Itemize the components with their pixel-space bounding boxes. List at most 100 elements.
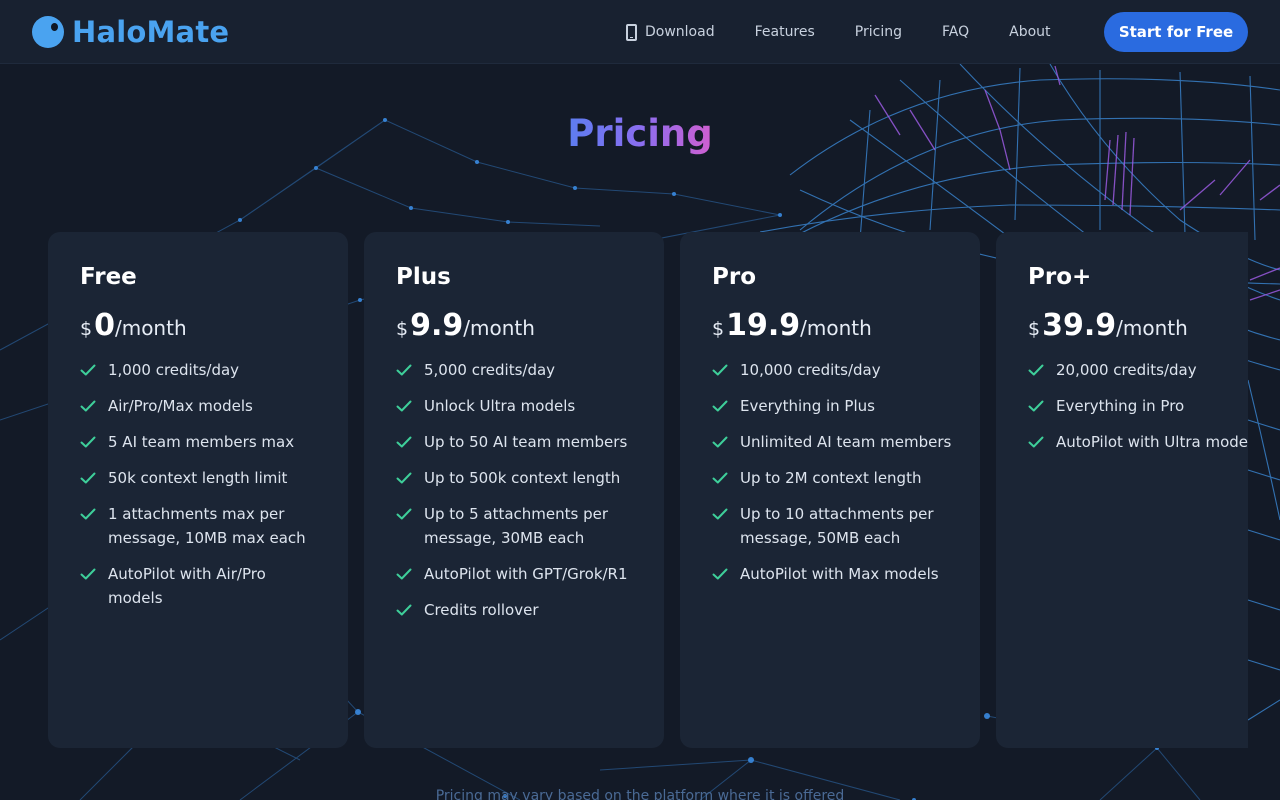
feature-item: 5 AI team members max	[80, 430, 324, 454]
nav-faq[interactable]: FAQ	[942, 24, 969, 40]
check-icon	[396, 430, 416, 454]
check-icon	[396, 562, 416, 586]
feature-item: Unlock Ultra models	[396, 394, 640, 418]
phone-icon	[626, 23, 637, 41]
feature-text: Unlimited AI team members	[740, 433, 952, 451]
plan-card-pro-plus: Pro+ $39.9/month 20,000 credits/day Every…	[996, 232, 1248, 748]
plan-card-plus: Plus $9.9/month 5,000 credits/day Unlock …	[364, 232, 664, 748]
feature-text: Up to 5 attachments per message, 30MB ea…	[424, 505, 609, 547]
price-period: /month	[1116, 316, 1188, 340]
price-amount: 39.9	[1042, 308, 1117, 343]
page-title-text: Pricing	[567, 112, 713, 155]
price-amount: 9.9	[410, 308, 464, 343]
feature-text: AutoPilot with Max models	[740, 565, 939, 583]
brand-logo[interactable]: HaloMate	[32, 14, 229, 50]
pricing-footnote: Pricing may vary based on the platform w…	[435, 788, 845, 800]
feature-item: Credits rollover	[396, 598, 640, 622]
feature-item: Unlimited AI team members	[712, 430, 956, 454]
feature-item: Up to 10 attachments per message, 50MB e…	[712, 502, 956, 550]
check-icon	[1028, 430, 1048, 454]
feature-item: AutoPilot with Max models	[712, 562, 956, 586]
check-icon	[80, 502, 100, 526]
plan-name: Pro+	[1028, 264, 1092, 290]
feature-item: 50k context length limit	[80, 466, 324, 490]
feature-item: AutoPilot with Air/Pro models	[80, 562, 324, 610]
nav-pricing[interactable]: Pricing	[855, 24, 902, 40]
feature-item: 1 attachments max per message, 10MB max …	[80, 502, 324, 550]
brand-name: HaloMate	[72, 15, 230, 49]
check-icon	[1028, 358, 1048, 382]
check-icon	[396, 358, 416, 382]
feature-item: Up to 500k context length	[396, 466, 640, 490]
check-icon	[396, 598, 416, 622]
plan-price: $19.9/month	[712, 308, 956, 348]
plan-card-free: Free $0/month 1,000 credits/day Air/Pro/M…	[48, 232, 348, 748]
check-icon	[712, 394, 732, 418]
feature-text: Up to 2M context length	[740, 469, 922, 487]
plan-price: $0/month	[80, 308, 324, 348]
check-icon	[712, 466, 732, 490]
check-icon	[712, 430, 732, 454]
check-icon	[396, 394, 416, 418]
price-currency: $	[396, 318, 409, 340]
top-navbar: HaloMate Download Features Pricing FAQ A…	[0, 0, 1280, 64]
feature-text: 1,000 credits/day	[108, 361, 240, 379]
feature-item: Everything in Plus	[712, 394, 956, 418]
price-period: /month	[114, 316, 187, 340]
page-title: Pricing	[0, 112, 1280, 155]
check-icon	[80, 430, 100, 454]
check-icon	[80, 562, 100, 586]
plan-features: 10,000 credits/day Everything in Plus Unli…	[712, 358, 956, 586]
feature-item: 5,000 credits/day	[396, 358, 640, 382]
feature-text: Air/Pro/Max models	[108, 397, 253, 415]
feature-item: AutoPilot with GPT/Grok/R1	[396, 562, 640, 586]
feature-text: AutoPilot with Air/Pro models	[108, 565, 266, 607]
nav-features[interactable]: Features	[755, 24, 815, 40]
check-icon	[1028, 394, 1048, 418]
feature-item: Up to 5 attachments per message, 30MB ea…	[396, 502, 640, 550]
price-period: /month	[463, 316, 535, 340]
plan-features: 20,000 credits/day Everything in Pro AutoP…	[1028, 358, 1248, 454]
logo-mark-icon	[32, 16, 64, 48]
feature-text: AutoPilot with GPT/Grok/R1	[424, 565, 628, 583]
feature-text: AutoPilot with Ultra models	[1056, 433, 1248, 451]
price-currency: $	[712, 318, 725, 340]
check-icon	[396, 466, 416, 490]
feature-text: Unlock Ultra models	[424, 397, 576, 415]
check-icon	[80, 466, 100, 490]
plan-name: Free	[80, 264, 137, 290]
feature-text: 5 AI team members max	[108, 433, 295, 451]
feature-text: Everything in Pro	[1056, 397, 1185, 415]
check-icon	[80, 394, 100, 418]
price-currency: $	[80, 318, 93, 340]
feature-text: Up to 50 AI team members	[424, 433, 628, 451]
plan-price: $9.9/month	[396, 308, 640, 348]
feature-text: Up to 10 attachments per message, 50MB e…	[740, 505, 934, 547]
check-icon	[80, 358, 100, 382]
check-icon	[712, 502, 732, 526]
nav-about[interactable]: About	[1009, 24, 1050, 40]
plan-card-pro: Pro $19.9/month 10,000 credits/day Everyt…	[680, 232, 980, 748]
feature-text: 50k context length limit	[108, 469, 288, 487]
feature-item: 10,000 credits/day	[712, 358, 956, 382]
feature-item: 20,000 credits/day	[1028, 358, 1248, 382]
feature-item: Up to 2M context length	[712, 466, 956, 490]
start-for-free-button[interactable]: Start for Free	[1104, 12, 1248, 52]
feature-item: Everything in Pro	[1028, 394, 1248, 418]
feature-text: 5,000 credits/day	[424, 361, 556, 379]
check-icon	[712, 562, 732, 586]
plan-name: Pro	[712, 264, 757, 290]
feature-item: 1,000 credits/day	[80, 358, 324, 382]
plan-features: 1,000 credits/day Air/Pro/Max models 5 AI …	[80, 358, 324, 610]
nav-download[interactable]: Download	[626, 23, 715, 41]
feature-text: 10,000 credits/day	[740, 361, 881, 379]
plan-name: Plus	[396, 264, 451, 290]
main-nav: Download Features Pricing FAQ About	[626, 0, 1051, 64]
check-icon	[712, 358, 732, 382]
feature-text: Up to 500k context length	[424, 469, 621, 487]
feature-text: 1 attachments max per message, 10MB max …	[108, 505, 306, 547]
feature-text: 20,000 credits/day	[1056, 361, 1197, 379]
price-amount: 19.9	[726, 308, 801, 343]
pricing-cards: Free $0/month 1,000 credits/day Air/Pro/M…	[48, 232, 1248, 748]
price-amount: 0	[94, 308, 115, 343]
